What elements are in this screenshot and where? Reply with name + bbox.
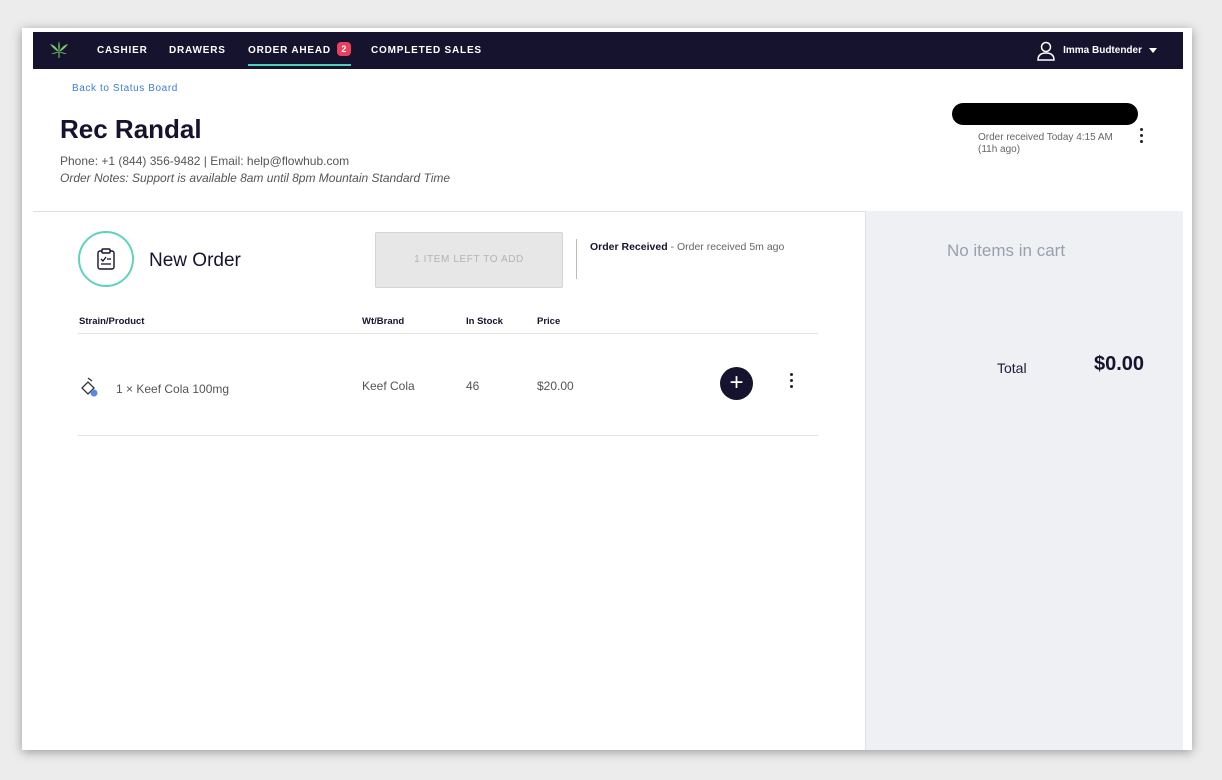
user-icon (1037, 41, 1055, 61)
column-header-in-stock: In Stock (466, 316, 503, 327)
order-status-detail: - Order received 5m ago (667, 241, 785, 253)
header-divider (33, 211, 865, 212)
items-left-to-add-button[interactable]: 1 ITEM LEFT TO ADD (375, 232, 563, 288)
table-header-divider (78, 333, 818, 334)
table-row-divider (78, 435, 818, 436)
user-name: Imma Budtender (1063, 45, 1142, 56)
cart-empty-message: No items in cart (946, 241, 1066, 260)
add-item-button[interactable]: + (720, 367, 753, 400)
customer-name: Rec Randal (60, 114, 202, 144)
order-notes: Order Notes: Support is available 8am un… (60, 171, 451, 185)
cart-total-value: $0.00 (1094, 353, 1145, 375)
nav-cashier-label: CASHIER (97, 45, 148, 56)
cart-total-label: Total (997, 360, 1027, 376)
product-name: 1 × Keef Cola 100mg (116, 382, 230, 396)
top-nav-bar: CASHIER DRAWERS ORDER AHEAD 2 COMPLETED S… (33, 32, 1183, 69)
row-options-icon[interactable] (789, 373, 793, 391)
caret-down-icon (1149, 48, 1157, 53)
nav-drawers[interactable]: DRAWERS (169, 32, 226, 69)
clipboard-icon (97, 248, 115, 270)
status-separator (576, 239, 577, 279)
order-title: New Order (149, 250, 241, 271)
user-menu[interactable]: Imma Budtender (1035, 32, 1157, 69)
nav-completed-sales-label: COMPLETED SALES (371, 45, 482, 56)
redacted-status (952, 103, 1138, 125)
cannabis-leaf-logo-icon (50, 41, 68, 58)
edible-product-icon (81, 377, 98, 397)
back-to-status-board-link[interactable]: Back to Status Board (72, 83, 178, 94)
order-clipboard-icon-badge (78, 231, 134, 287)
order-ahead-count-badge: 2 (336, 42, 351, 56)
nav-order-ahead-label: ORDER AHEAD (248, 45, 331, 56)
order-status-label: Order Received (590, 241, 668, 253)
customer-contact: Phone: +1 (844) 356-9482 | Email: help@f… (60, 154, 350, 168)
order-options-icon[interactable] (1139, 128, 1143, 146)
order-received-time: Order received Today 4:15 AM (11h ago) (978, 132, 1113, 155)
nav-completed-sales[interactable]: COMPLETED SALES (371, 32, 482, 69)
nav-order-ahead[interactable]: ORDER AHEAD 2 (248, 32, 351, 69)
column-header-strain-product: Strain/Product (79, 316, 145, 327)
column-header-wt-brand: Wt/Brand (362, 316, 405, 327)
cart-panel: No items in cart Total $0.00 (865, 211, 1183, 750)
product-price: $20.00 (537, 379, 574, 393)
nav-drawers-label: DRAWERS (169, 45, 226, 56)
product-in-stock: 46 (466, 379, 480, 393)
order-status: Order Received - Order received 5m ago (590, 241, 784, 253)
app-window: CASHIER DRAWERS ORDER AHEAD 2 COMPLETED S… (22, 28, 1192, 750)
nav-cashier[interactable]: CASHIER (97, 32, 148, 69)
product-brand: Keef Cola (362, 379, 415, 393)
column-header-price: Price (537, 316, 561, 327)
